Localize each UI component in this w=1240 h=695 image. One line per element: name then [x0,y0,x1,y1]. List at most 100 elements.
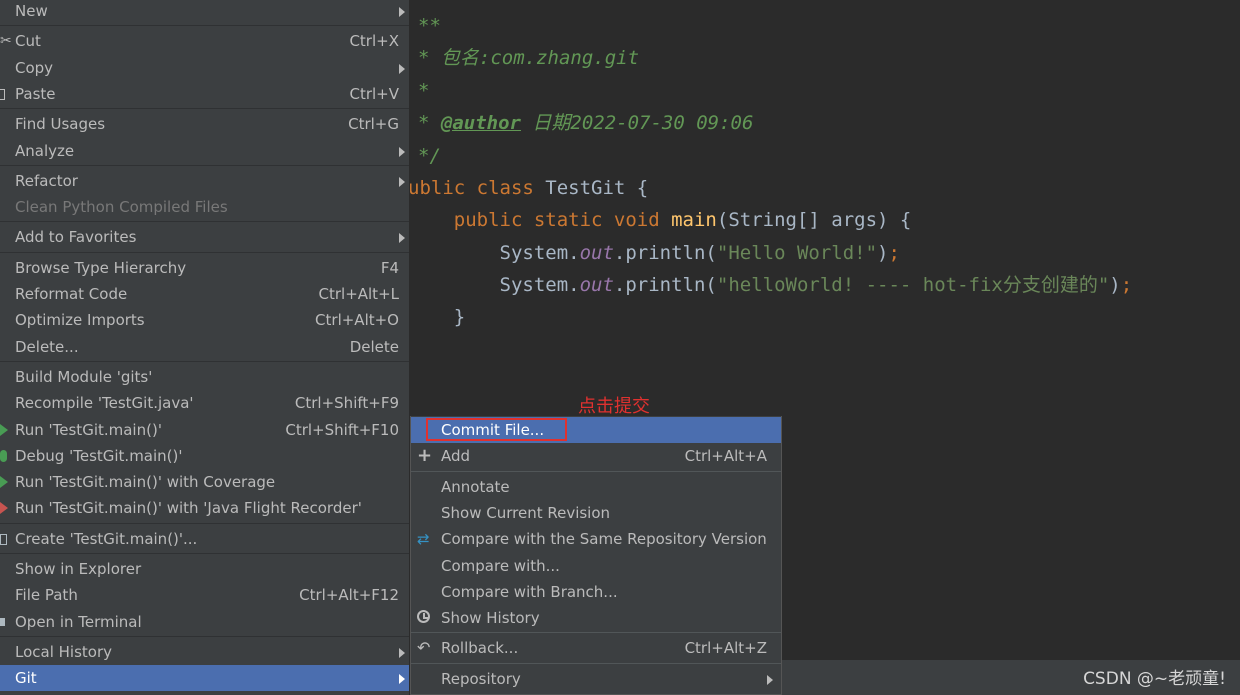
code-token: main [671,209,717,231]
menu-item-label: Add [441,447,471,466]
menu-item-rollback[interactable]: ↶ Rollback... Ctrl+Alt+Z [411,635,781,661]
code-token: out [579,242,614,264]
menu-item-find-usages[interactable]: Find Usages Ctrl+G [0,111,409,137]
code-token: .println( [613,274,717,296]
menu-item-label: Reformat Code [15,285,128,303]
menu-item-label: Git [15,669,37,688]
rollback-icon: ↶ [417,638,431,658]
menu-item-shortcut: F4 [380,258,399,277]
menu-item-label: Copy [15,58,54,77]
menu-item-show-history[interactable]: Show History [411,605,781,631]
menu-item-reformat-code[interactable]: Reformat Code Ctrl+Alt+L [0,281,409,307]
menu-item-optimize-imports[interactable]: Optimize Imports Ctrl+Alt+O [0,307,409,333]
menu-item-label: New [15,2,48,20]
menu-item-recompile[interactable]: Recompile 'TestGit.java' Ctrl+Shift+F9 [0,390,409,416]
code-line: */ [418,142,441,170]
menu-item-create-config[interactable]: Create 'TestGit.main()'... [0,526,409,552]
code-token: * [418,112,441,134]
menu-item-cut[interactable]: ✂ Cut Ctrl+X [0,28,409,54]
code-token: System. [408,274,580,296]
menu-item-label: Run 'TestGit.main()' with 'Java Flight R… [15,499,362,518]
menu-separator [411,632,781,634]
menu-item-compare-with-branch[interactable]: Compare with Branch... [411,579,781,605]
code-line: public static void main(String[] args) { [408,206,912,234]
menu-item-label: Run 'TestGit.main()' with Coverage [15,473,276,492]
code-token: TestGit { [545,177,649,199]
menu-item-show-in-explorer[interactable]: Show in Explorer [0,556,409,582]
menu-item-refactor[interactable]: Refactor [0,168,409,194]
submenu-arrow-icon [399,233,405,244]
menu-item-copy[interactable]: Copy [0,55,409,81]
code-line: ** [418,12,441,40]
menu-item-label: Compare with... [441,556,560,575]
menu-item-add[interactable]: + Add Ctrl+Alt+A [411,443,781,469]
compare-icon: ⇄ [417,530,430,549]
paste-icon [0,88,5,100]
run-icon [0,476,8,489]
code-token: 日期2022-07-30 09:06 [520,112,754,134]
menu-item-shortcut: Ctrl+Alt+O [315,311,399,330]
menu-item-label: Local History [15,642,113,661]
menu-item-run-coverage[interactable]: Run 'TestGit.main()' with Coverage [0,469,409,495]
menu-item-analyze[interactable]: Analyze [0,138,409,164]
menu-item-run[interactable]: Run 'TestGit.main()' Ctrl+Shift+F10 [0,417,409,443]
menu-item-shortcut: Ctrl+Shift+F9 [294,394,399,413]
code-token: "Hello World!" [716,242,878,264]
git-submenu: Commit File... + Add Ctrl+Alt+A Annotate Show… [410,416,782,695]
menu-item-shortcut: Ctrl+Shift+F10 [285,420,399,439]
menu-item-label: Show in Explorer [15,560,142,578]
code-token: public static void [453,209,672,231]
menu-separator [0,635,409,637]
menu-separator [0,360,409,362]
menu-item-delete[interactable]: Delete... Delete [0,334,409,360]
menu-item-shortcut: Ctrl+Alt+Z [684,639,767,658]
menu-separator [411,662,781,664]
create-icon [0,533,7,545]
menu-item-annotate[interactable]: Annotate [411,474,781,500]
submenu-arrow-icon [399,146,405,157]
submenu-arrow-icon [399,674,405,685]
menu-item-build-module[interactable]: Build Module 'gits' [0,364,409,390]
menu-item-repository[interactable]: Repository [411,666,781,692]
code-token: @author [440,112,521,134]
code-token: ) [877,242,889,264]
menu-separator [0,522,409,524]
menu-item-compare-with[interactable]: Compare with... [411,553,781,579]
menu-separator [0,251,409,253]
submenu-arrow-icon [399,176,405,187]
menu-item-run-jfr[interactable]: Run 'TestGit.main()' with 'Java Flight R… [0,495,409,521]
menu-item-label: Show History [441,609,540,628]
menu-item-shortcut: Ctrl+Alt+A [684,447,767,466]
code-token: ublic class [408,177,546,199]
commit-highlight-box [426,418,567,441]
code-token: } [408,306,466,328]
submenu-arrow-icon [767,674,773,685]
menu-item-clean-python[interactable]: Clean Python Compiled Files [0,194,409,220]
menu-item-label: Show Current Revision [441,503,611,522]
menu-item-open-in-terminal[interactable]: Open in Terminal [0,609,409,635]
menu-item-shortcut: Ctrl+Alt+L [318,285,400,303]
menu-item-add-to-favorites[interactable]: Add to Favorites [0,224,409,250]
menu-item-shortcut: Ctrl+V [349,84,399,103]
menu-item-new[interactable]: New [0,0,409,24]
run-icon [0,423,8,436]
menu-item-shortcut: Ctrl+Alt+F12 [299,586,399,605]
code-token: * [418,80,430,102]
menu-item-file-path[interactable]: File Path Ctrl+Alt+F12 [0,582,409,608]
menu-item-local-history[interactable]: Local History [0,639,409,665]
submenu-arrow-icon [399,63,405,74]
code-token: * 包名:com.zhang.git [418,47,640,69]
watermark: CSDN @~老顽童! [1083,669,1226,689]
menu-item-label: Browse Type Hierarchy [15,258,187,277]
menu-item-paste[interactable]: Paste Ctrl+V [0,81,409,107]
submenu-arrow-icon [399,7,405,17]
menu-item-browse-type-hierarchy[interactable]: Browse Type Hierarchy F4 [0,255,409,281]
menu-item-git[interactable]: Git [0,665,409,692]
menu-item-label: Cut [15,32,41,51]
terminal-icon [0,617,5,626]
menu-item-debug[interactable]: Debug 'TestGit.main()' [0,443,409,469]
code-token: out [579,274,614,296]
menu-item-label: Delete... [15,337,79,356]
menu-item-show-current-revision[interactable]: Show Current Revision [411,500,781,526]
menu-item-compare-same-repo[interactable]: ⇄ Compare with the Same Repository Versio… [411,526,781,552]
